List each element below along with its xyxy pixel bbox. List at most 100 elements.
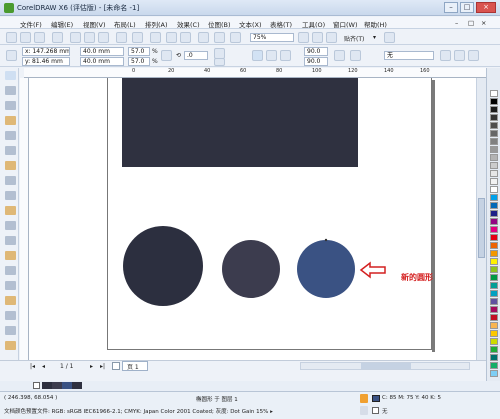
menu-arrange[interactable]: 排列(A) [143,18,170,30]
palette-swatch[interactable] [490,146,498,153]
tab-page-1[interactable]: 页 1 [122,361,148,371]
eyedropper-tool-icon[interactable] [5,296,16,305]
print-icon[interactable] [52,32,63,43]
horizontal-scroll-thumb[interactable] [361,363,411,369]
undo-icon[interactable] [116,32,127,43]
palette-swatch[interactable] [490,314,498,321]
menu-tools[interactable]: 工具(O) [300,18,327,30]
palette-swatch[interactable] [490,258,498,265]
chevron-down-icon[interactable]: ▾ [373,34,376,41]
cut-icon[interactable] [70,32,81,43]
palette-swatch[interactable] [490,98,498,105]
rotation-field[interactable]: .0 [184,51,208,60]
outline-width-select[interactable]: 无 [384,51,434,60]
palette-swatch[interactable] [490,282,498,289]
palette-swatch[interactable] [490,138,498,145]
color-profile-info[interactable]: 文档颜色预置文件: RGB: sRGB IEC61966-2.1; CMYK: … [4,407,273,415]
interactive-fill-tool-icon[interactable] [5,341,16,350]
redo-icon[interactable] [132,32,143,43]
palette-swatch[interactable] [490,226,498,233]
circle-1[interactable] [123,226,203,306]
save-icon[interactable] [34,32,45,43]
menu-text[interactable]: 文本(X) [237,18,264,30]
close-button[interactable]: × [476,2,496,13]
palette-swatch[interactable] [490,114,498,121]
crop-tool-icon[interactable] [5,101,16,110]
zoom-tool-icon[interactable] [5,116,16,125]
pick-tool-icon[interactable] [5,71,16,80]
palette-swatch[interactable] [490,306,498,313]
palette-swatch[interactable] [490,330,498,337]
new-document-icon[interactable] [6,32,17,43]
palette-swatch[interactable] [490,122,498,129]
object-origin-icon[interactable] [6,50,17,61]
palette-swatch[interactable] [490,266,498,273]
export-icon[interactable] [180,32,191,43]
end-angle-field[interactable]: 90.0 [304,57,328,66]
palette-swatch[interactable] [490,346,498,353]
doc-swatch[interactable] [62,382,72,389]
prev-page-button[interactable]: ◂ [42,363,45,370]
rulers-icon[interactable] [312,32,323,43]
vertical-scroll-thumb[interactable] [478,198,485,258]
add-page-icon[interactable] [112,362,120,370]
dark-rectangle[interactable] [122,78,358,167]
mdi-restore-button[interactable]: □ [466,18,476,28]
full-screen-icon[interactable] [298,32,309,43]
menu-view[interactable]: 视图(V) [81,18,108,30]
new-circle[interactable] [297,240,355,298]
menu-table[interactable]: 表格(T) [268,18,294,30]
paste-icon[interactable] [98,32,109,43]
width-field[interactable]: 40.0 mm [80,47,124,56]
options-icon[interactable] [384,32,395,43]
fill-color-swatch[interactable] [372,395,380,402]
palette-swatch[interactable] [490,362,498,369]
palette-swatch[interactable] [490,354,498,361]
palette-swatch[interactable] [490,274,498,281]
welcome-screen-icon[interactable] [230,32,241,43]
freehand-tool-icon[interactable] [5,131,16,140]
palette-swatch[interactable] [490,170,498,177]
palette-swatch[interactable] [490,250,498,257]
y-position-field[interactable]: y: 81.46 mm [22,57,70,66]
ellipse-mode-icon[interactable] [252,50,263,61]
menu-window[interactable]: 窗口(W) [331,18,360,30]
doc-swatch[interactable] [72,382,82,389]
palette-swatch[interactable] [490,234,498,241]
change-direction-icon[interactable] [334,50,345,61]
palette-swatch[interactable] [490,154,498,161]
to-front-icon[interactable] [440,50,451,61]
palette-swatch[interactable] [490,370,498,377]
palette-swatch[interactable] [490,322,498,329]
import-icon[interactable] [166,32,177,43]
palette-swatch[interactable] [490,106,498,113]
smart-fill-tool-icon[interactable] [5,146,16,155]
horizontal-scrollbar[interactable] [300,362,470,370]
circle-2[interactable] [222,240,280,298]
publish-pdf-icon[interactable] [198,32,209,43]
table-tool-icon[interactable] [5,221,16,230]
snap-to-dropdown[interactable]: 贴齐(T) [344,34,364,43]
wrap-text-icon[interactable] [350,50,361,61]
fill-tool-icon[interactable] [5,326,16,335]
palette-swatch[interactable] [490,298,498,305]
open-icon[interactable] [20,32,31,43]
polygon-tool-icon[interactable] [5,191,16,200]
palette-swatch[interactable] [490,178,498,185]
next-page-button[interactable]: ▸ [90,363,93,370]
doc-swatch[interactable] [42,382,52,389]
arc-mode-icon[interactable] [280,50,291,61]
start-angle-field[interactable]: 90.0 [304,47,328,56]
height-field[interactable]: 40.0 mm [80,57,124,66]
to-back-icon[interactable] [454,50,465,61]
application-launcher-icon[interactable] [214,32,225,43]
menu-edit[interactable]: 编辑(E) [49,18,75,30]
doc-swatch[interactable] [52,382,62,389]
grid-icon[interactable] [326,32,337,43]
last-page-button[interactable]: ▸| [100,363,105,370]
convert-to-curves-icon[interactable] [468,50,479,61]
blend-tool-icon[interactable] [5,266,16,275]
outline-tool-icon[interactable] [5,311,16,320]
mdi-close-button[interactable]: × [479,18,488,28]
ellipse-tool-icon[interactable] [5,176,16,185]
